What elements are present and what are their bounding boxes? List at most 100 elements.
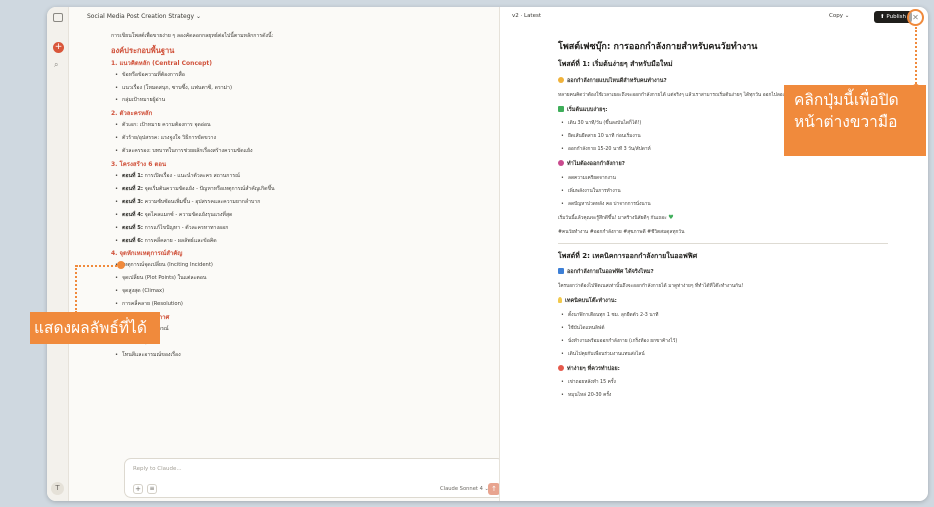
chat-list-item-text: ตัวละครรอง: บทบาทในการช่วยผลักเรื่องสร้า… — [122, 148, 253, 155]
new-chat-button[interactable]: + — [53, 42, 64, 53]
chat-list-item-label: ตอนที่ 1: — [122, 173, 143, 180]
document-list-item: หมุนไหล่ 20-30 ครั้ง — [561, 393, 888, 398]
chat-intro: การเขียนโพสต์เพื่อขายง่าย ๆ ลองคัดลอกกลย… — [111, 33, 274, 39]
check-mark-icon — [558, 105, 564, 112]
annotation-result-hint: แสดงผลลัพธ์ที่ได้ — [30, 312, 160, 344]
heart-icon: ♥ — [668, 214, 674, 222]
annotation-connector — [76, 265, 120, 267]
flexed-arm-icon — [558, 76, 564, 83]
chat-pane: Social Media Post Creation Strategy ⌄ กา… — [69, 7, 515, 501]
chat-list-item: ตอนที่ 2: จุดเริ่มต้นความขัดแย้ง - ปัญหา… — [115, 185, 491, 192]
chat-list-item-label: ตอนที่ 4: — [122, 211, 143, 218]
sidebar-toggle-icon[interactable] — [53, 13, 63, 22]
chat-list-item: ตอนที่ 6: การคลี่คลาย - ผลลัพธ์และข้อคิด — [115, 237, 491, 244]
post2-heading: โพสต์ที่ 2: เทคนิคการออกกำลังกายในออฟฟิศ — [558, 251, 698, 260]
post1-hashtags: #คนวัยทำงาน #ออกกำลังกาย #สุขภาพดี #ชีวิ… — [558, 229, 685, 235]
chat-list-item-text: จุดเปลี่ยน (Plot Points) ในแต่ละตอน — [122, 275, 207, 282]
chat-list-item-text: ตัวเอก: เป้าหมาย ความต้องการ จุดอ่อน — [122, 122, 211, 129]
post1-hook: ออกกำลังกายแบบไหนดีสำหรับคนทำงาน? — [558, 76, 888, 85]
chat-list-item-text: การคลี่คลาย (Resolution) — [122, 301, 183, 308]
post2-list1: ตั้งนาฬิกาเตือนทุก 1 ชม. ลุกยืดตัว 2-3 น… — [558, 313, 888, 357]
document-title: โพสต์เฟซบุ๊ก: การออกกำลังกายสำหรับคนวัยท… — [558, 42, 758, 52]
annotation-close-hint: คลิกปุ่มนี้เพื่อปิดหน้าต่างขวามือ — [784, 85, 926, 156]
post1-heading: โพสต์ที่ 1: เริ่มต้นง่ายๆ สำหรับมือใหม่ — [558, 60, 673, 69]
document-list-item: ลดความเครียดจากงาน — [561, 176, 888, 181]
artifact-pane: v2 · Latest Copy ⌄ ⬆ Publish โพสต์เฟซบุ๊… — [499, 7, 928, 501]
chat-list-item-label: ตอนที่ 5: — [122, 224, 143, 231]
chat-list-item-text: การคลี่คลาย - ผลลัพธ์และข้อคิด — [142, 237, 217, 244]
chat-list-item-text: การแก้ไขปัญหา - ตัวละครหาทางออก — [142, 224, 229, 231]
document-list-item: ลดปัญหาปวดหลัง คอ บ่าจากการนั่งนาน — [561, 202, 888, 207]
chat-list-item: ตอนที่ 3: ความซับซ้อนเพิ่มขึ้น - อุปสรรค… — [115, 198, 491, 205]
chat-heading: องค์ประกอบพื้นฐาน — [111, 46, 175, 56]
attach-button[interactable]: + — [133, 484, 143, 494]
chat-section-title: 1. แนวคิดหลัก (Central Concept) — [111, 59, 212, 67]
reply-input-box[interactable]: Reply to Claude... + ≡ Claude Sonnet 4 ⌄… — [124, 458, 504, 498]
question-icon — [558, 160, 564, 167]
chat-list-item: โทนสีและอารมณ์ของเรื่อง — [115, 351, 491, 358]
chat-section-title: 3. โครงสร้าง 6 ตอน — [111, 161, 167, 169]
chat-list-item-label: ตอนที่ 3: — [122, 198, 143, 205]
chat-list-item: ตอนที่ 5: การแก้ไขปัญหา - ตัวละครหาทางออ… — [115, 224, 491, 231]
post2-list2: เข่าถอยหลังทำ 15 ครั้งหมุนไหล่ 20-30 ครั… — [558, 380, 888, 398]
post1-closing: เริ่มวันนี้แล้วคุณจะรู้สึกดีขึ้น! มาสร้า… — [558, 214, 674, 222]
post1-list2: ลดความเครียดจากงานเพิ่มพลังงานในการทำงาน… — [558, 176, 888, 207]
chat-list-item: ตอนที่ 4: จุดไคลแมกซ์ - ความขัดแย้งรุนแร… — [115, 211, 491, 218]
chat-list-item: ตัวร้าย/อุปสรรค: แรงจูงใจ วิธีการขัดขวาง — [115, 135, 491, 142]
document-list-item: เพิ่มพลังงานในการทำงาน — [561, 189, 888, 194]
document-list-item: ตั้งนาฬิกาเตือนทุก 1 ชม. ลุกยืดตัว 2-3 น… — [561, 313, 888, 318]
chat-list-item: ข้อหรือข้อความที่ต้องการสื่อ — [115, 71, 491, 78]
chat-list-item: จุดเปลี่ยน (Plot Points) ในแต่ละตอน — [115, 275, 491, 282]
chat-list-item-text: จุดสูงสุด (Climax) — [122, 288, 165, 295]
left-rail: + ⌕ T — [47, 7, 69, 501]
chat-list-item-text: เหตุการณ์จุดเปลี่ยน (Inciting Incident) — [122, 262, 213, 269]
chat-list-item-text: การเปิดเรื่อง - แนะนำตัวละคร สถานการณ์ — [142, 173, 240, 180]
chat-section-title: 5. ฉากและบรรยากาศ — [111, 314, 491, 321]
chat-list-item: ตัวเอก: เป้าหมาย ความต้องการ จุดอ่อน — [115, 122, 491, 129]
post2-sub1: เทคนิคบนโต๊ะทำงาน: — [558, 296, 888, 305]
chat-list-item: กลุ่มเป้าหมายผู้อ่าน — [115, 97, 491, 104]
chat-list-item: ช่วงเวลา/ยุคสมัย — [115, 339, 491, 345]
chat-list-item-text: โทนสีและอารมณ์ของเรื่อง — [122, 351, 181, 358]
chat-list-item-text: จุดเริ่มต้นความขัดแย้ง - ปัญหาหรือเหตุกา… — [142, 185, 275, 192]
lightbulb-icon — [558, 296, 562, 303]
document-list-item: เดินไปคุยกับเพื่อนร่วมงานแทนส่งไลน์ — [561, 352, 888, 357]
search-icon[interactable]: ⌕ — [54, 60, 58, 70]
reply-input[interactable]: Reply to Claude... — [133, 466, 182, 472]
post2-hook: ออกกำลังกายในออฟฟิศ ได้จริงไหม? — [558, 267, 888, 276]
post2-sub2: ท่าง่ายๆ ที่ควรทำบ่อย: — [558, 364, 888, 373]
document-list-item: ใช้บันไดแทนลิฟต์ — [561, 326, 888, 331]
chat-list-item-text: ตัวร้าย/อุปสรรค: แรงจูงใจ วิธีการขัดขวาง — [122, 135, 216, 142]
annotation-connector — [75, 265, 77, 313]
chat-list-item: เหตุการณ์จุดเปลี่ยน (Inciting Incident) — [115, 262, 491, 269]
post1-sub2: ทำไมต้องออกกำลังกาย? — [558, 160, 888, 168]
chat-list-item-text: กลุ่มเป้าหมายผู้อ่าน — [122, 97, 166, 104]
exercise-icon — [558, 364, 564, 371]
chat-list-item-text: แนวเรื่อง (โหมดสนุก, ซาบซึ้ง, แฟนตาซี, ด… — [122, 84, 232, 91]
office-icon — [558, 267, 564, 274]
close-artifact-button[interactable]: ✕ — [907, 9, 924, 26]
chat-list-item: ตัวละครรอง: บทบาทในการช่วยผลักเรื่องสร้า… — [115, 148, 491, 155]
avatar[interactable]: T — [51, 482, 64, 495]
post2-paragraph: ใครบอกว่าต้องไปฟิตเนสเท่านั้นถึงจะออกกำล… — [558, 283, 744, 289]
document-list-item: เข่าถอยหลังทำ 15 ครั้ง — [561, 380, 888, 385]
chat-list-item-label: ตอนที่ 2: — [122, 185, 143, 192]
chat-list-item-label: ตอนที่ 6: — [122, 237, 143, 244]
tools-button[interactable]: ≡ — [147, 484, 157, 494]
document-list-item: นั่งทำงานพร้อมออกกำลังกาย (เกร็งท้อง ยกข… — [561, 339, 888, 344]
chat-list-item-text: ข้อหรือข้อความที่ต้องการสื่อ — [122, 71, 185, 78]
chat-list-item: จุดสูงสุด (Climax) — [115, 288, 491, 295]
divider — [558, 242, 888, 244]
version-selector[interactable]: v2 · Latest — [512, 13, 541, 19]
chat-list-item: การคลี่คลาย (Resolution) — [115, 301, 491, 308]
chat-list-item: สถานที่เกิดเหตุการณ์ — [115, 326, 491, 332]
chat-list-item: ตอนที่ 1: การเปิดเรื่อง - แนะนำตัวละคร ส… — [115, 173, 491, 180]
chat-list-item: แนวเรื่อง (โหมดสนุก, ซาบซึ้ง, แฟนตาซี, ด… — [115, 84, 491, 91]
copy-button[interactable]: Copy ⌄ — [829, 13, 849, 19]
chat-title-dropdown[interactable]: Social Media Post Creation Strategy ⌄ — [87, 13, 201, 20]
chat-section-title: 2. ตัวละครหลัก — [111, 110, 153, 118]
app-window: + ⌕ T Social Media Post Creation Strateg… — [47, 7, 928, 501]
chat-list-item-text: ความซับซ้อนเพิ่มขึ้น - อุปสรรคและความยาก… — [142, 198, 261, 205]
model-selector[interactable]: Claude Sonnet 4 ⌄ — [440, 486, 489, 492]
annotation-connector — [915, 27, 917, 87]
